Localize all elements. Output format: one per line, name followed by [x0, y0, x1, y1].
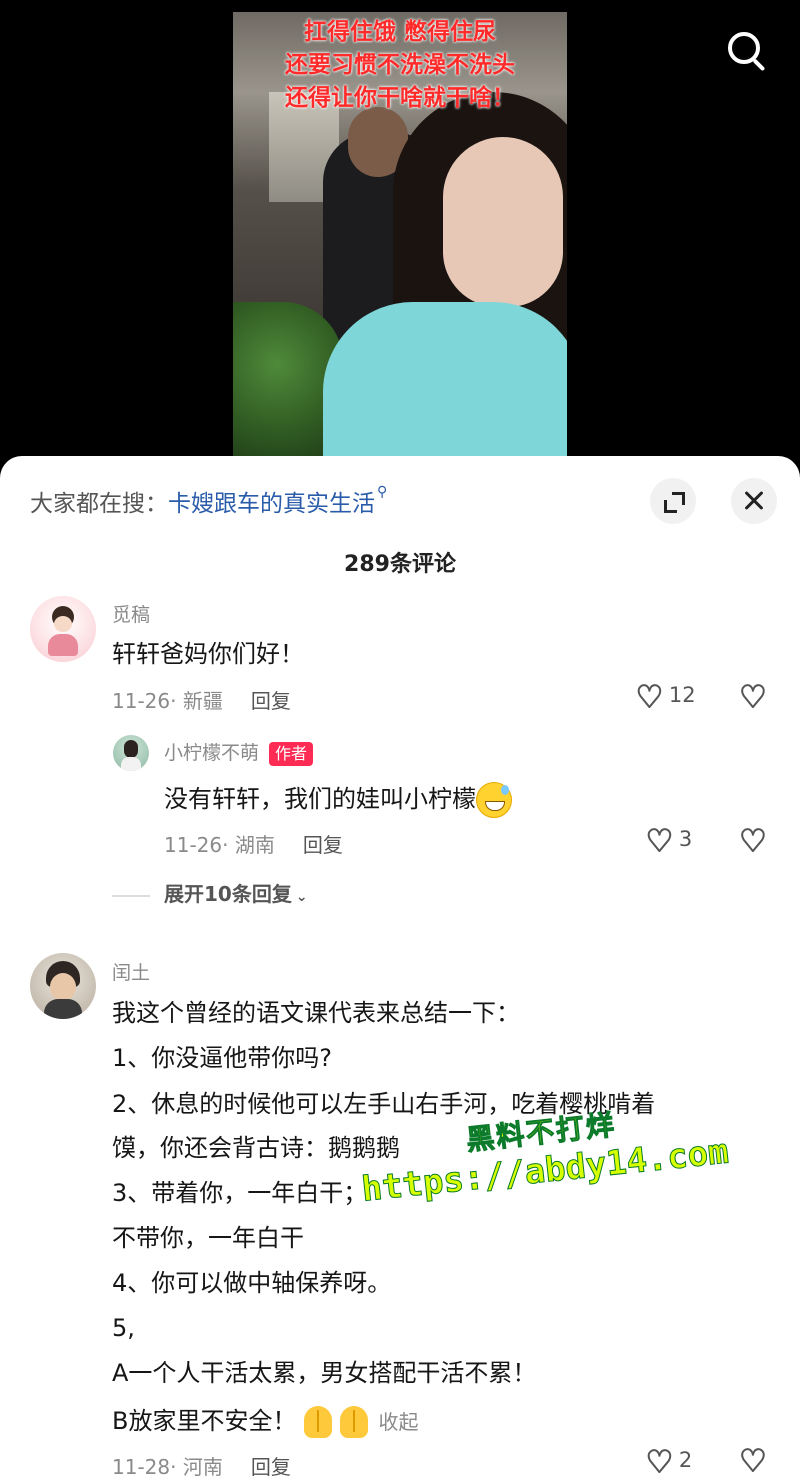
divider: [112, 894, 150, 897]
search-button[interactable]: [722, 26, 772, 76]
reply-username-text[interactable]: 小柠檬不萌: [164, 742, 259, 764]
chevron-down-icon: ⌄: [295, 889, 308, 905]
trending-search-query[interactable]: 卡嫂跟车的真实生活: [168, 491, 375, 517]
reply-button[interactable]: 回复: [251, 1455, 291, 1479]
grinning-sweat-emoji: [476, 782, 512, 818]
expand-replies-button[interactable]: 展开10条回复 ⌄: [112, 878, 308, 907]
comment-username[interactable]: 闰土: [112, 958, 150, 985]
close-button[interactable]: [731, 478, 777, 524]
dislike-icon[interactable]: ♥: [737, 681, 769, 715]
video-thumbnail[interactable]: 扛得住饿 憋得住尿 还要习惯不洗澡不洗头 还得让你干啥就干啥！: [233, 12, 567, 458]
video-player[interactable]: 扛得住饿 憋得住尿 还要习惯不洗澡不洗头 还得让你干啥就干啥！: [0, 0, 800, 470]
expand-panel-button[interactable]: [650, 478, 696, 524]
collapse-button[interactable]: 收起: [378, 1410, 418, 1434]
search-icon: ⚲: [377, 484, 388, 500]
comment-meta: 11-26· 新疆 回复: [112, 685, 291, 714]
author-badge: 作者: [269, 741, 314, 766]
reply-date-location: 11-26· 湖南: [164, 833, 275, 857]
dislike-icon[interactable]: ♥: [737, 1445, 769, 1479]
reply-button[interactable]: 回复: [251, 689, 291, 713]
folded-hands-emoji: [304, 1406, 333, 1438]
comment-line[interactable]: 4、你可以做中轴保养呀。: [112, 1271, 391, 1295]
like-count: 2: [678, 1448, 693, 1472]
comment-count: 289条评论: [344, 552, 456, 577]
heart-icon: ♥: [645, 824, 674, 859]
like-button[interactable]: ♥ 3: [645, 824, 693, 859]
reply-button[interactable]: 回复: [303, 833, 343, 857]
comment-line-last[interactable]: B放家里不安全！ 收起: [112, 1406, 418, 1438]
video-woman-sweater: [323, 302, 567, 458]
comment-line[interactable]: A一个人干活太累，男女搭配干活不累！: [112, 1361, 536, 1385]
video-caption: 扛得住饿 憋得住尿 还要习惯不洗澡不洗头 还得让你干啥就干啥！: [285, 19, 515, 111]
avatar[interactable]: [30, 596, 96, 662]
reply-meta: 11-26· 湖南 回复: [164, 829, 343, 858]
trending-search-prefix: 大家都在搜：: [30, 491, 168, 517]
avatar[interactable]: [113, 735, 149, 771]
comment-line[interactable]: 3、带着你，一年白干；: [112, 1181, 367, 1205]
avatar[interactable]: [30, 953, 96, 1019]
comment-line[interactable]: 5,: [112, 1316, 135, 1340]
dislike-icon[interactable]: ♥: [737, 825, 769, 859]
comment-line[interactable]: 我这个曾经的语文课代表来总结一下：: [112, 1001, 520, 1025]
comment-username[interactable]: 觅稿: [112, 600, 150, 627]
comment-date-location: 11-26· 新疆: [112, 689, 223, 713]
expand-replies-label: 展开10条回复: [164, 882, 292, 906]
comment-panel: 大家都在搜：卡嫂跟车的真实生活 ⚲ 289条评论 觅稿 轩轩爸妈你们好！ 11-2…: [0, 456, 800, 1480]
trending-search[interactable]: 大家都在搜：卡嫂跟车的真实生活 ⚲: [30, 484, 387, 518]
video-woman-face: [443, 137, 563, 307]
reply-text-content: 没有轩轩，我们的娃叫小柠檬: [164, 785, 476, 813]
comment-line[interactable]: 不带你，一年白干: [112, 1226, 304, 1250]
like-count: 3: [678, 827, 693, 851]
comment-line-text: B放家里不安全！: [112, 1407, 297, 1435]
comment-text[interactable]: 轩轩爸妈你们好！: [112, 642, 304, 666]
heart-icon: ♥: [645, 1445, 674, 1480]
comment-meta: 11-28· 河南 回复: [112, 1451, 291, 1480]
comment-line[interactable]: 1、你没逼他带你吗?: [112, 1046, 332, 1070]
heart-icon: ♥: [635, 680, 664, 715]
reply-username[interactable]: 小柠檬不萌 作者: [164, 738, 314, 766]
like-button[interactable]: ♥ 2: [645, 1445, 693, 1480]
like-count: 12: [668, 683, 696, 707]
comment-date-location: 11-28· 河南: [112, 1455, 223, 1479]
reply-text[interactable]: 没有轩轩，我们的娃叫小柠檬: [164, 782, 512, 818]
like-button[interactable]: ♥ 12: [635, 680, 696, 715]
folded-hands-emoji: [340, 1406, 369, 1438]
